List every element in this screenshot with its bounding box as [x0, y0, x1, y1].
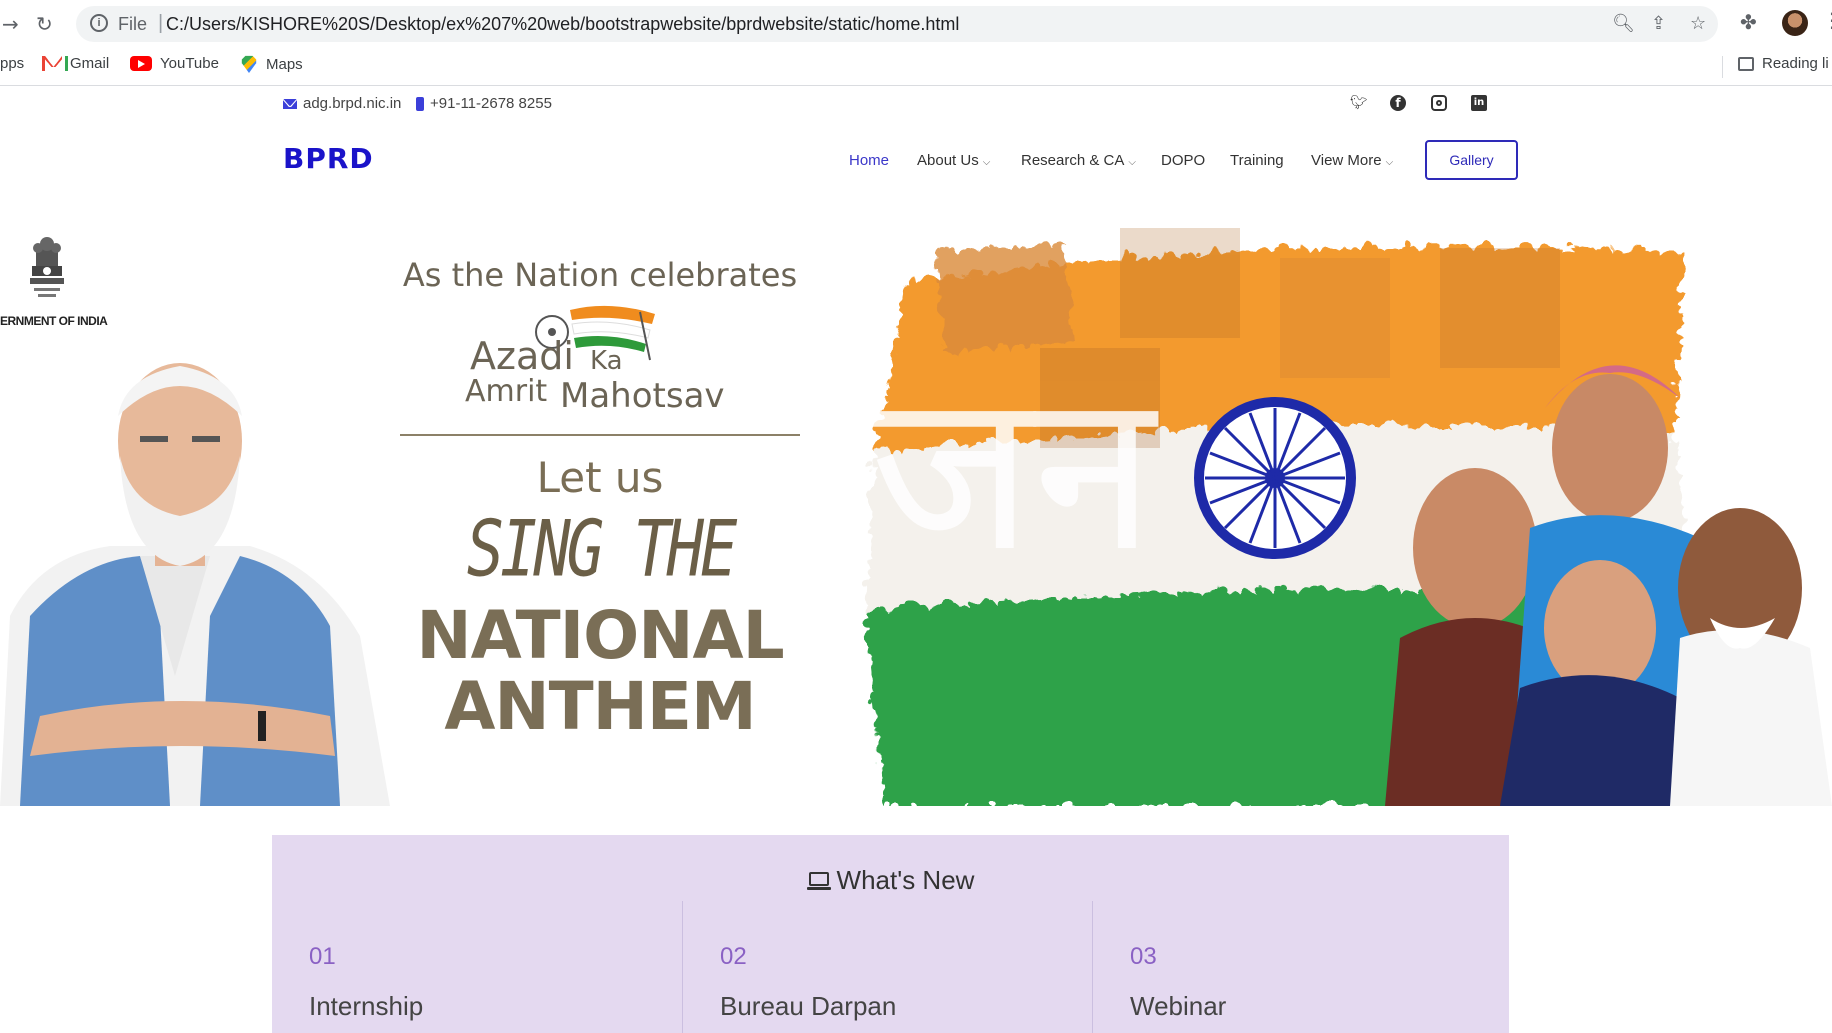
whats-new-heading: What's New	[272, 865, 1509, 896]
whats-new-section: What's New 01 Internship 02 Bureau Darpa…	[272, 835, 1509, 1033]
nav-dopo[interactable]: DOPO	[1161, 152, 1205, 169]
linkedin-icon[interactable]: in	[1471, 95, 1487, 111]
site-info-icon[interactable]: i	[90, 14, 108, 32]
item-number: 01	[309, 943, 336, 970]
reading-list-icon	[1738, 56, 1754, 71]
azadi-logo: Azadi Ka Amrit Mahotsav	[380, 294, 820, 419]
hero-banner: ERNMENT OF INDIA As the Nation celebrate…	[0, 206, 1832, 806]
bookmark-youtube[interactable]: YouTube	[130, 55, 219, 72]
nav-label: View More	[1311, 152, 1382, 169]
item-number: 02	[720, 943, 747, 970]
chevron-down-icon: ⌵	[1385, 157, 1394, 168]
twitter-icon[interactable]: 🐦︎	[1350, 95, 1368, 111]
nav-about-us[interactable]: About Us ⌵	[917, 152, 990, 169]
chevron-down-icon: ⌵	[982, 157, 991, 168]
contact-topbar: adg.brpd.nic.in +91-11-2678 8255 🐦︎ f in	[0, 86, 1832, 122]
instagram-icon[interactable]	[1431, 95, 1447, 111]
browser-toolbar: → ↻ i File | C:/Users/KISHORE%20S/Deskto…	[0, 0, 1832, 48]
zoom-icon[interactable]: 🔍︎	[1612, 13, 1635, 34]
bookmark-label: Maps	[266, 55, 303, 73]
phone-text: +91-11-2678 8255	[430, 95, 552, 112]
whats-new-item-internship[interactable]: 01 Internship	[272, 901, 682, 1033]
chevron-down-icon: ⌵	[1128, 157, 1136, 168]
email-text: adg.brpd.nic.in	[303, 95, 402, 112]
envelope-icon	[283, 98, 297, 109]
gallery-button[interactable]: Gallery	[1425, 140, 1518, 180]
svg-text:जन: जन	[870, 344, 1159, 600]
nav-training[interactable]: Training	[1230, 152, 1284, 169]
profile-avatar[interactable]	[1782, 10, 1808, 36]
url-text[interactable]: C:/Users/KISHORE%20S/Desktop/ex%207%20we…	[166, 14, 959, 35]
mahotsav-text: Mahotsav	[560, 376, 725, 416]
hero-let-us: Let us	[536, 453, 664, 502]
bookmarks-bar: pps Gmail YouTube Maps Reading li	[0, 48, 1832, 86]
gmail-icon	[42, 56, 68, 71]
contact-phone[interactable]: +91-11-2678 8255	[416, 95, 552, 112]
share-icon[interactable]: ⇪	[1651, 13, 1666, 34]
hero-anthem: ANTHEM	[444, 668, 756, 745]
nav-label: Training	[1230, 152, 1284, 169]
nav-label: About Us	[917, 152, 979, 169]
laptop-icon	[806, 871, 831, 890]
facebook-icon[interactable]: f	[1390, 95, 1406, 111]
emblem-caption: ERNMENT OF INDIA	[0, 314, 108, 328]
reading-list-button[interactable]: Reading li	[1738, 55, 1829, 72]
bookmark-apps[interactable]: pps	[0, 55, 24, 72]
ka-text: Ka	[590, 346, 623, 376]
azadi-text: Azadi	[470, 334, 574, 378]
maps-icon	[241, 55, 257, 73]
item-label: Bureau Darpan	[720, 991, 897, 1021]
youtube-icon	[130, 56, 152, 71]
nav-research-ca[interactable]: Research & CA ⌵	[1021, 152, 1136, 169]
hero-national: NATIONAL	[416, 597, 784, 674]
divider	[1722, 56, 1723, 78]
hero-divider	[380, 419, 820, 449]
nav-view-more[interactable]: View More ⌵	[1311, 152, 1393, 169]
extensions-icon[interactable]: ✤	[1740, 10, 1757, 34]
bookmark-label: Gmail	[70, 55, 110, 72]
pm-portrait-image	[0, 363, 390, 806]
nav-label: Research & CA	[1021, 152, 1125, 169]
site-logo[interactable]: BPRD	[283, 142, 374, 175]
item-label: Webinar	[1130, 991, 1227, 1021]
bookmark-gmail[interactable]: Gmail	[42, 55, 109, 72]
hero-line1: As the Nation celebrates	[402, 256, 798, 294]
url-scheme: File	[118, 14, 148, 34]
reading-list-label: Reading li	[1762, 55, 1829, 72]
nav-home[interactable]: Home	[849, 152, 889, 169]
address-bar[interactable]: i File | C:/Users/KISHORE%20S/Desktop/ex…	[76, 6, 1718, 42]
bookmark-label: pps	[0, 55, 25, 72]
hero-headline: As the Nation celebrates Azadi Ka Amrit …	[380, 246, 820, 745]
item-number: 03	[1130, 943, 1157, 970]
site-header: BPRD Home About Us ⌵ Research & CA ⌵ DOPO …	[0, 122, 1832, 206]
national-emblem-icon	[30, 237, 64, 297]
phone-icon	[416, 96, 424, 111]
url-separator: |	[158, 12, 164, 34]
bookmark-maps[interactable]: Maps	[240, 55, 303, 73]
page-viewport: adg.brpd.nic.in +91-11-2678 8255 🐦︎ f in…	[0, 86, 1832, 1033]
reload-icon[interactable]: ↻	[36, 12, 53, 36]
whats-new-title: What's New	[836, 865, 975, 895]
bookmark-star-icon[interactable]: ☆	[1690, 13, 1706, 34]
tricolor-collage-image: जन	[860, 228, 1832, 806]
bookmark-label: YouTube	[160, 55, 219, 72]
menu-icon[interactable]: ⋮	[1822, 8, 1832, 33]
item-label: Internship	[309, 991, 424, 1021]
whats-new-item-bureau-darpan[interactable]: 02 Bureau Darpan	[682, 901, 1092, 1033]
contact-email[interactable]: adg.brpd.nic.in	[283, 95, 401, 112]
whats-new-item-webinar[interactable]: 03 Webinar	[1092, 901, 1502, 1033]
nav-label: DOPO	[1161, 152, 1206, 169]
forward-arrow-icon[interactable]: →	[2, 12, 19, 36]
amrit-text: Amrit	[465, 374, 548, 409]
nav-label: Home	[849, 152, 890, 169]
hero-sing-the: SING THE	[466, 502, 738, 595]
